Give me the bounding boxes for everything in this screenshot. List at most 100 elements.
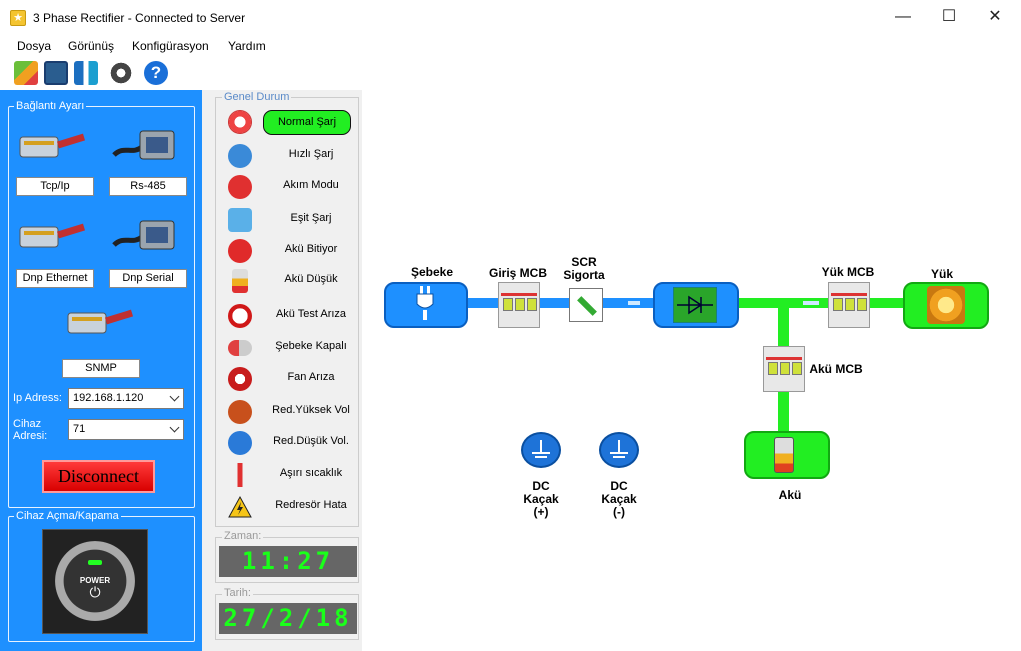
status-label: Akü Test Arıza: [275, 308, 347, 320]
dc-kacak-pos-line3: (+): [533, 505, 549, 519]
mcb-switch: [833, 298, 843, 311]
battery-empty-icon: [228, 239, 252, 263]
device-address-combo[interactable]: 71: [68, 419, 184, 440]
sigorta-label: Sigorta: [563, 268, 605, 282]
mcb-switch: [845, 298, 855, 311]
dc-kacak-neg-line3: (-): [613, 505, 625, 519]
mcb-switch: [768, 362, 778, 375]
status-group-title: Genel Durum: [222, 91, 292, 103]
low-voltage-icon: [228, 431, 252, 455]
ground-icon: [599, 432, 639, 468]
chevron-down-icon: [169, 391, 180, 402]
device-address-label-1: Cihaz: [13, 418, 42, 430]
status-label: Akü Düşük: [284, 273, 338, 285]
status-label: Fan Arıza: [287, 371, 335, 383]
ground-bar: [610, 452, 628, 454]
snmp-button[interactable]: SNMP: [62, 359, 140, 378]
yuk-label: Yük: [930, 267, 953, 281]
power-button[interactable]: POWER ⏻: [42, 529, 148, 634]
battery-low-icon: [232, 269, 248, 293]
menu-gorunus[interactable]: Görünüş: [68, 39, 114, 53]
status-label: Akım Modu: [283, 179, 339, 191]
chart-icon[interactable]: [14, 61, 38, 85]
dc-kacak-neg-line2: Kaçak: [601, 492, 637, 506]
aku-label: Akü: [778, 488, 802, 502]
device-address-label-2: Adresi:: [13, 430, 48, 442]
aku-mcb-breaker[interactable]: [763, 346, 805, 392]
ground-icon: [521, 432, 561, 468]
diagram-canvas: [362, 90, 1021, 651]
status-label: Eşit Şarj: [290, 212, 332, 224]
status-label: Akü Bitiyor: [284, 243, 338, 255]
power-icon: ⏻: [89, 584, 101, 600]
ip-address-combo[interactable]: 192.168.1.120: [68, 388, 184, 409]
flow-arrow-icon: [628, 301, 640, 305]
status-row-hizli-sarj: Hızlı Şarj: [226, 142, 356, 168]
dnp-ethernet-button[interactable]: Dnp Ethernet: [16, 269, 94, 288]
menu-konfigurasyon[interactable]: Konfigürasyon: [132, 39, 209, 53]
status-row-aku-dusuk: Akü Düşük: [226, 267, 356, 293]
giris-mcb-breaker[interactable]: [498, 282, 540, 328]
mcb-switch: [792, 362, 802, 375]
help-icon[interactable]: ?: [144, 61, 168, 85]
yuk-mcb-label: Yük MCB: [821, 265, 875, 279]
power-group-title: Cihaz Açma/Kapama: [14, 510, 121, 522]
status-row-esit-sarj: Eşit Şarj: [226, 206, 356, 232]
warning-icon: [228, 495, 252, 518]
status-label: Red.Düşük Vol.: [273, 435, 349, 447]
ground-stem: [540, 440, 542, 452]
lifebuoy-icon: [228, 110, 252, 134]
ip-address-value: 192.168.1.120: [73, 392, 144, 404]
thermometer-icon: [228, 463, 252, 487]
disconnect-button[interactable]: Disconnect: [42, 460, 155, 493]
flow-arrow-icon: [803, 301, 819, 305]
ethernet-cable-icon: [19, 133, 86, 158]
ground-bar: [535, 456, 547, 458]
lock-icon: [228, 175, 252, 199]
yuk-mcb-breaker[interactable]: [828, 282, 870, 328]
rectifier-icon: [673, 287, 717, 323]
dc-kacak-neg-line1: DC: [610, 479, 628, 493]
battery-test-fault-icon: [228, 304, 252, 328]
maximize-button[interactable]: ☐: [926, 0, 972, 34]
rs485-button[interactable]: Rs-485: [109, 177, 187, 196]
minimize-button[interactable]: —: [880, 0, 926, 34]
status-row-asiri-sicaklik: Aşırı sıcaklık: [226, 461, 356, 487]
menu-dosya[interactable]: Dosya: [17, 39, 51, 53]
sebeke-label: Şebeke: [410, 265, 454, 279]
mcb-red-line: [501, 293, 537, 296]
status-label: Aşırı sıcaklık: [279, 467, 343, 479]
status-row-sebeke-kapali: Şebeke Kapalı: [226, 334, 356, 360]
blue-line: [466, 298, 655, 308]
serial-cable-icon: [112, 130, 175, 160]
tcp-ip-button[interactable]: Tcp/Ip: [16, 177, 94, 196]
device-address-value: 71: [73, 423, 86, 435]
scr-label: SCR: [571, 255, 597, 269]
status-label: Hızlı Şarj: [288, 148, 334, 160]
gear-icon[interactable]: [109, 61, 133, 85]
mcb-switch: [527, 298, 537, 311]
ground-bar: [532, 452, 550, 454]
ethernet-cable-icon: [67, 309, 134, 334]
time-title: Zaman:: [222, 530, 264, 542]
ground-stem: [618, 440, 620, 452]
mcb-switch: [503, 298, 513, 311]
green-line: [738, 298, 904, 308]
mcb-switch: [857, 298, 867, 311]
network-icon[interactable]: [74, 61, 98, 85]
status-normal-sarj: Normal Şarj: [263, 110, 351, 135]
fuse-element: [577, 296, 597, 316]
rocket-icon: [228, 144, 252, 168]
menu-yardim[interactable]: Yardım: [228, 39, 266, 53]
high-voltage-icon: [228, 400, 252, 424]
ethernet-cable-icon: [19, 223, 86, 248]
ground-bar: [613, 456, 625, 458]
dc-kacak-pos-line1: DC: [532, 479, 550, 493]
close-button[interactable]: ✕: [972, 0, 1018, 34]
serial-cable-icon: [112, 220, 175, 250]
status-row-aku-bitiyor: Akü Bitiyor: [226, 237, 356, 263]
mcb-red-line: [766, 357, 802, 360]
equalizer-icon: [228, 208, 252, 232]
window-icon[interactable]: [44, 61, 68, 85]
dnp-serial-button[interactable]: Dnp Serial: [109, 269, 187, 288]
